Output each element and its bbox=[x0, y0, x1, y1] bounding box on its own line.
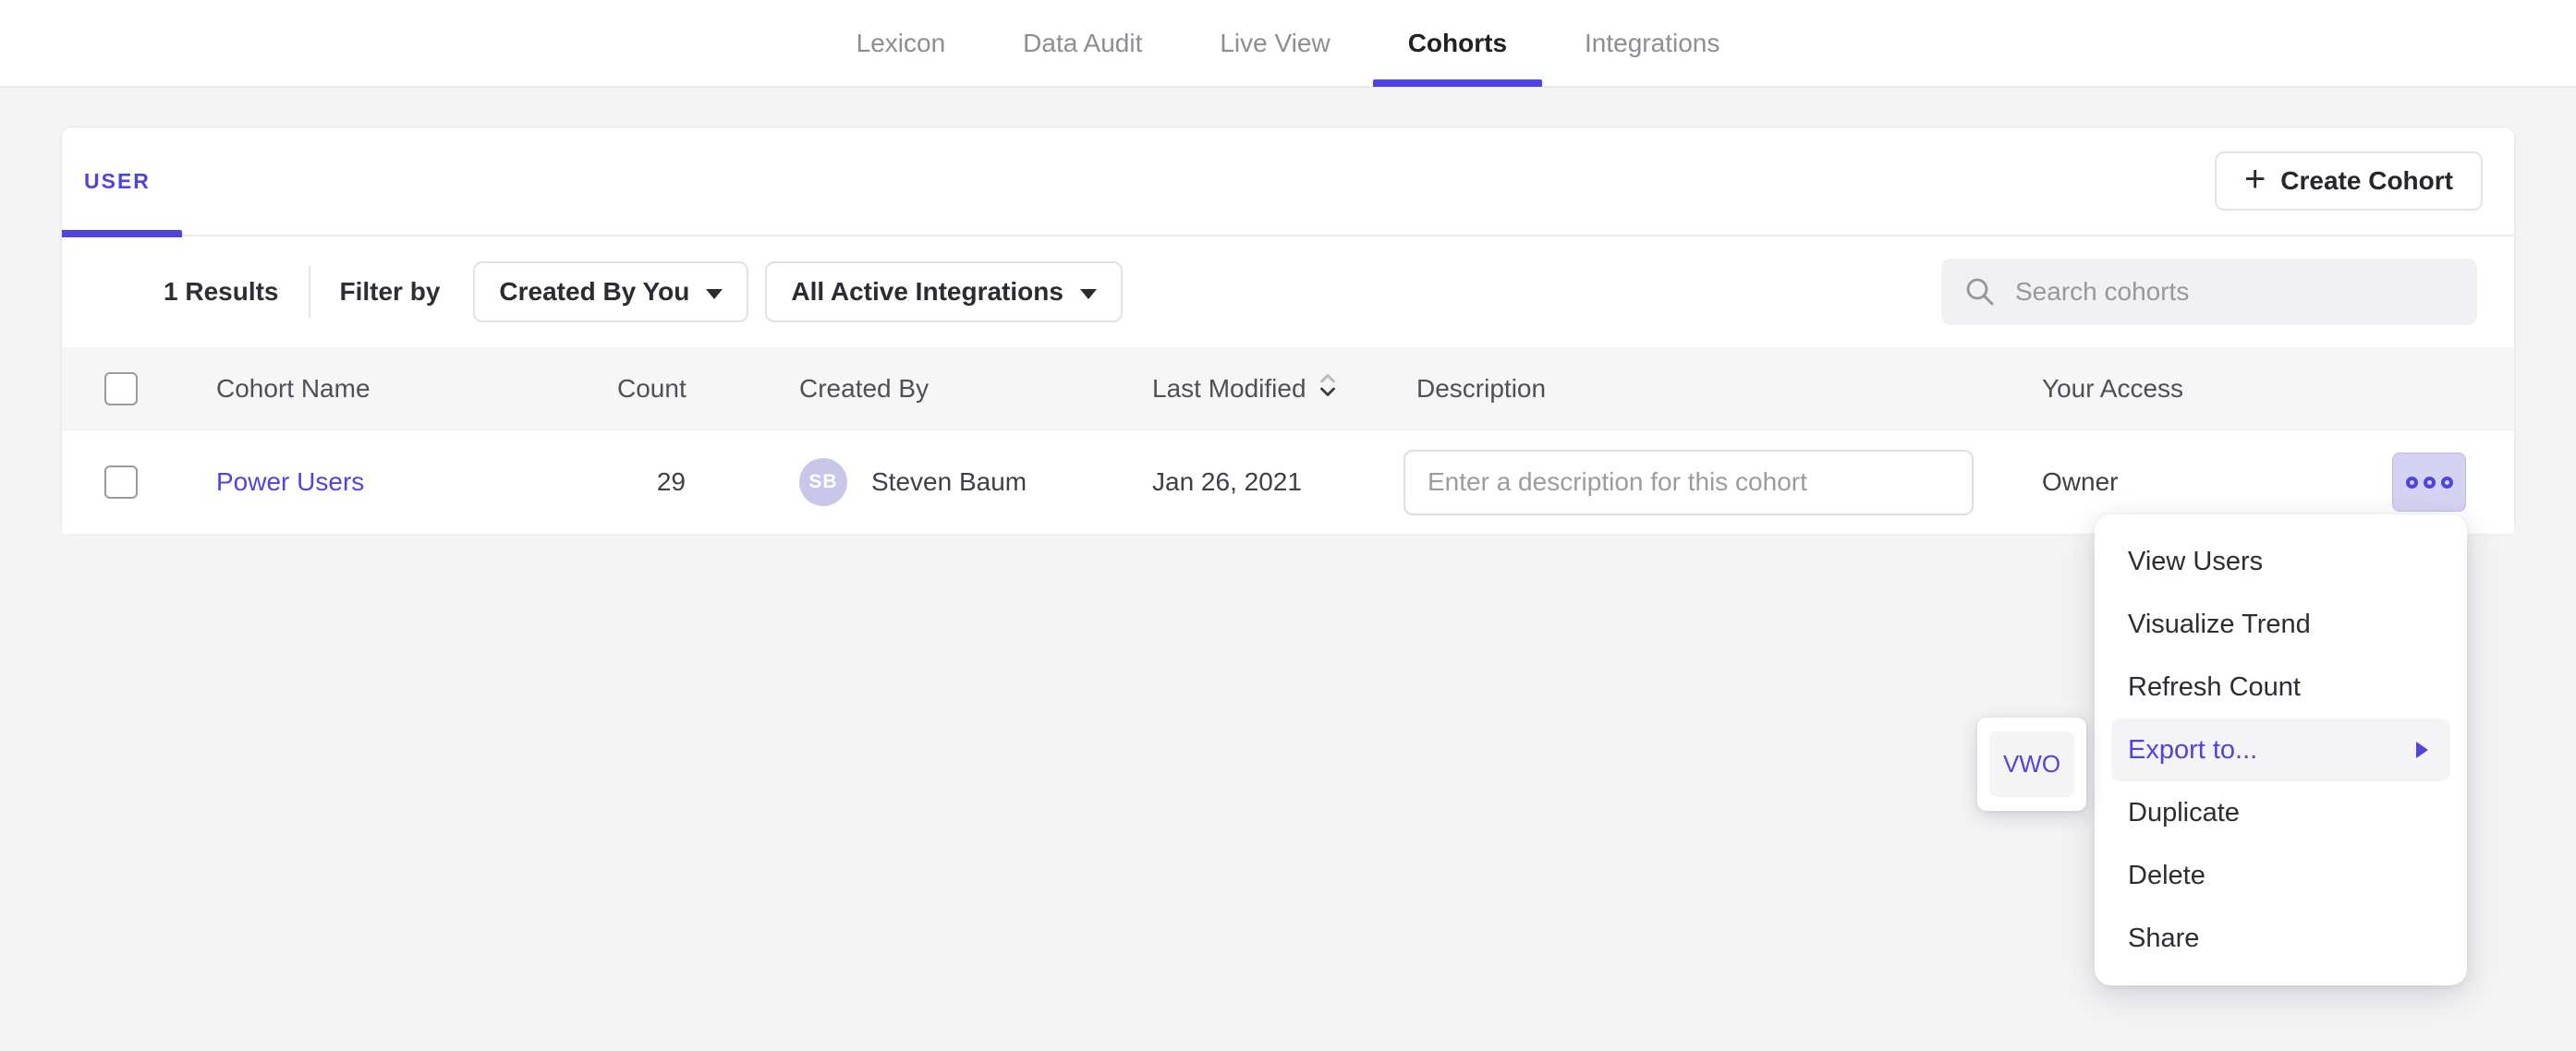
menu-item-view-users[interactable]: View Users bbox=[2095, 530, 2467, 593]
header-last-modified[interactable]: Last Modified bbox=[1152, 370, 1403, 406]
tab-user-cohorts[interactable]: USER bbox=[84, 127, 151, 236]
more-options-icon bbox=[2406, 477, 2418, 489]
menu-item-refresh-count[interactable]: Refresh Count bbox=[2095, 656, 2467, 719]
last-modified-cell: Jan 26, 2021 bbox=[1152, 467, 1403, 497]
divider bbox=[309, 266, 310, 318]
tab-label: USER bbox=[84, 169, 151, 194]
search-input[interactable] bbox=[2015, 277, 2455, 307]
chevron-down-icon bbox=[1080, 289, 1097, 299]
export-submenu: VWO bbox=[1977, 718, 2086, 811]
dropdown-value: Created By You bbox=[499, 277, 689, 307]
filter-by-label: Filter by bbox=[340, 277, 441, 307]
tab-label: Cohorts bbox=[1408, 29, 1507, 58]
row-checkbox[interactable] bbox=[104, 465, 138, 499]
header-your-access: Your Access bbox=[2042, 374, 2330, 404]
filter-row: 1 Results Filter by Created By You All A… bbox=[62, 236, 2514, 347]
creator-name: Steven Baum bbox=[871, 467, 1027, 497]
create-cohort-label: Create Cohort bbox=[2280, 166, 2453, 196]
menu-item-visualize-trend[interactable]: Visualize Trend bbox=[2095, 593, 2467, 656]
created-by-cell: SB Steven Baum bbox=[799, 458, 1152, 506]
tab-live-view[interactable]: Live View bbox=[1220, 0, 1330, 87]
description-input[interactable] bbox=[1403, 450, 1974, 515]
dropdown-value: All Active Integrations bbox=[791, 277, 1063, 307]
plus-icon: + bbox=[2244, 161, 2266, 201]
results-count: 1 Results bbox=[164, 277, 279, 307]
tab-label: Data Audit bbox=[1023, 29, 1142, 58]
access-cell: Owner bbox=[2042, 467, 2330, 497]
tab-label: Lexicon bbox=[857, 29, 946, 58]
tab-label: Integrations bbox=[1585, 29, 1719, 58]
menu-item-duplicate[interactable]: Duplicate bbox=[2095, 781, 2467, 844]
table-header: Cohort Name Count Created By Last Modifi… bbox=[62, 347, 2514, 430]
tab-cohorts[interactable]: Cohorts bbox=[1408, 0, 1507, 87]
menu-item-label: Export to... bbox=[2128, 735, 2257, 766]
sort-icon bbox=[1318, 370, 1338, 406]
tab-data-audit[interactable]: Data Audit bbox=[1023, 0, 1142, 87]
menu-item-share[interactable]: Share bbox=[2095, 907, 2467, 970]
row-context-menu: View Users Visualize Trend Refresh Count… bbox=[2095, 514, 2467, 985]
integrations-dropdown[interactable]: All Active Integrations bbox=[765, 261, 1123, 322]
submenu-arrow-icon bbox=[2416, 742, 2428, 758]
cohort-count: 29 bbox=[617, 467, 691, 497]
menu-item-export-to[interactable]: Export to... bbox=[2111, 719, 2450, 781]
submenu-item-vwo[interactable]: VWO bbox=[1989, 731, 2074, 797]
active-tab-underline bbox=[1373, 79, 1542, 87]
tab-integrations[interactable]: Integrations bbox=[1585, 0, 1719, 87]
created-by-dropdown[interactable]: Created By You bbox=[473, 261, 748, 322]
search-icon bbox=[1963, 275, 1997, 308]
search-cohorts-box[interactable] bbox=[1941, 259, 2477, 325]
user-tab-underline bbox=[62, 230, 182, 237]
more-options-button[interactable] bbox=[2392, 453, 2466, 512]
create-cohort-button[interactable]: + Create Cohort bbox=[2215, 151, 2483, 211]
header-count: Count bbox=[617, 374, 691, 404]
header-description: Description bbox=[1403, 374, 2042, 404]
tab-label: Live View bbox=[1220, 29, 1330, 58]
cohorts-panel: USER + Create Cohort 1 Results Filter by… bbox=[61, 127, 2515, 534]
cohort-name-link[interactable]: Power Users bbox=[216, 467, 364, 496]
header-cohort-name: Cohort Name bbox=[216, 374, 617, 404]
type-tab-strip: USER + Create Cohort bbox=[62, 127, 2514, 236]
avatar: SB bbox=[799, 458, 847, 506]
tab-lexicon[interactable]: Lexicon bbox=[857, 0, 946, 87]
chevron-down-icon bbox=[706, 289, 723, 299]
header-created-by: Created By bbox=[799, 374, 1152, 404]
top-navigation: Lexicon Data Audit Live View Cohorts Int… bbox=[0, 0, 2576, 88]
select-all-checkbox[interactable] bbox=[104, 372, 138, 405]
menu-item-delete[interactable]: Delete bbox=[2095, 844, 2467, 907]
